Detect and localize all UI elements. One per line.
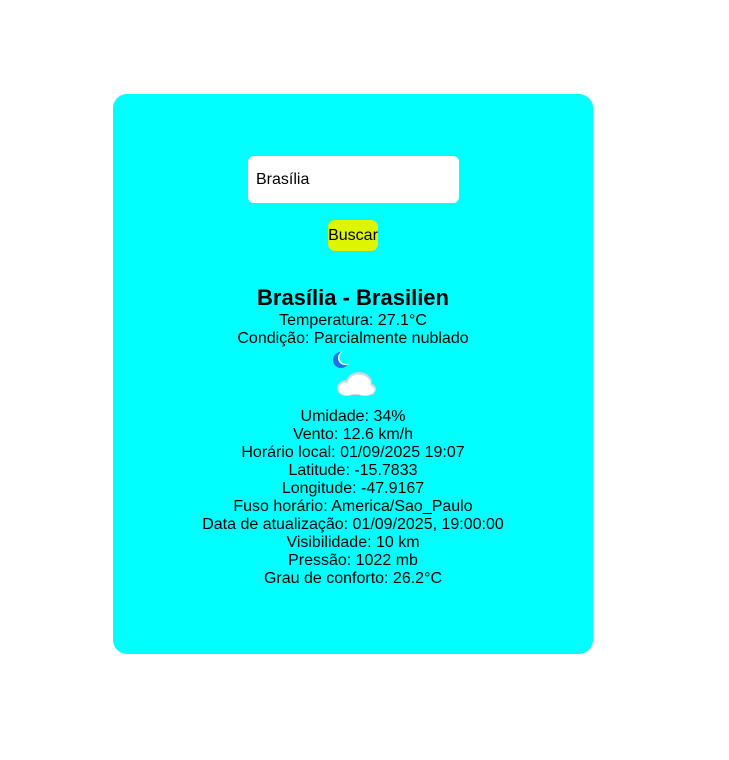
city-title: Brasília - Brasilien <box>257 285 449 310</box>
partly-cloudy-night-icon <box>333 350 376 396</box>
longitude-text: Longitude: -47.9167 <box>281 480 425 497</box>
weather-details: Umidade: 34% Vento: 12.6 km/h Horário lo… <box>113 408 593 588</box>
weather-result: Brasília - Brasilien Temperatura: 27.1°C… <box>113 284 593 588</box>
humidity-text: Umidade: 34% <box>300 408 406 425</box>
local-time-text: Horário local: 01/09/2025 19:07 <box>241 444 465 461</box>
latitude-text: Latitude: -15.7833 <box>288 462 418 479</box>
updated-text: Data de atualização: 01/09/2025, 19:00:0… <box>202 516 504 533</box>
temperature-text: Temperatura: 27.1°C <box>279 312 427 329</box>
timezone-text: Fuso horário: America/Sao_Paulo <box>233 498 473 515</box>
pressure-text: Pressão: 1022 mb <box>288 552 418 569</box>
weather-card: Buscar Brasília - Brasilien Temperatura:… <box>113 94 593 654</box>
feels-like-text: Grau de conforto: 26.2°C <box>263 570 443 587</box>
wind-text: Vento: 12.6 km/h <box>292 426 414 443</box>
search-button[interactable]: Buscar <box>328 220 378 251</box>
condition-text: Condição: Parcialmente nublado <box>237 330 469 347</box>
city-search-input[interactable] <box>248 156 459 203</box>
visibility-text: Visibilidade: 10 km <box>286 534 420 551</box>
